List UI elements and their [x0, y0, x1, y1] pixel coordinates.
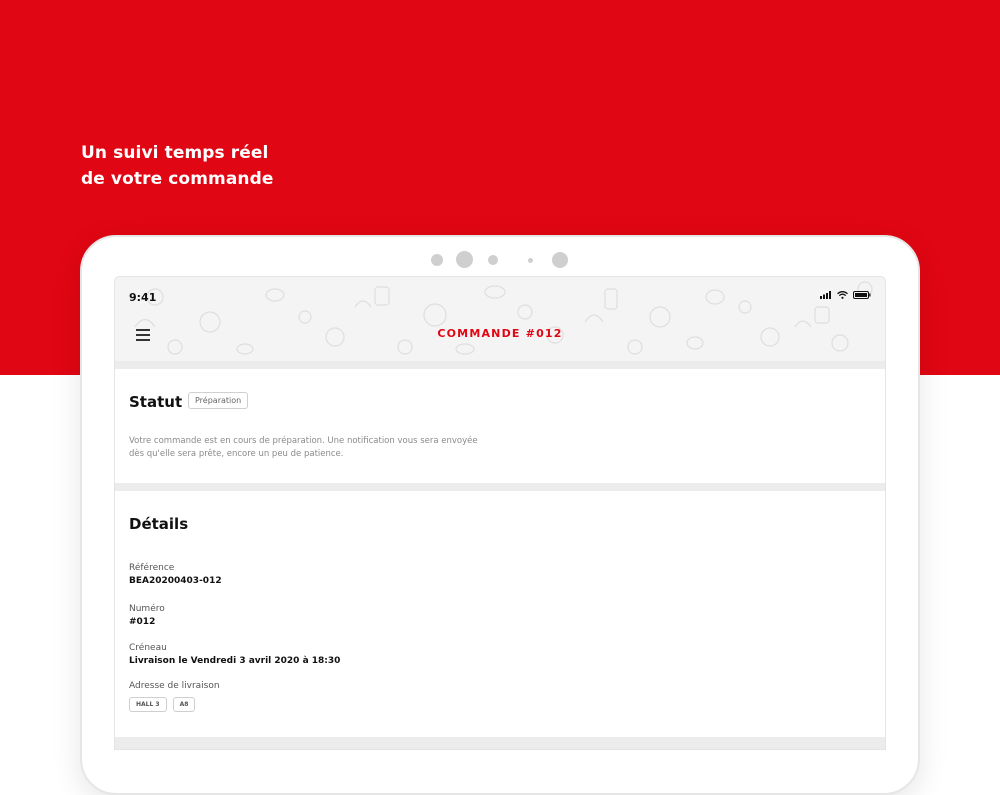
sensor-dot — [431, 254, 443, 266]
status-description-line-2: dès qu'elle sera prête, encore un peu de… — [129, 449, 344, 459]
signal-icon — [820, 291, 831, 299]
hero-line-2: de votre commande — [81, 169, 274, 189]
page-title: COMMANDE #012 — [437, 327, 563, 340]
address-tag-apartment: A8 — [172, 697, 196, 712]
reference-label: Référence — [129, 563, 175, 573]
reference-value: BEA20200403-012 — [129, 576, 222, 586]
details-card: Détails Référence BEA20200403-012 Numéro… — [115, 491, 885, 737]
address-tags: HALL 3 A8 — [129, 697, 196, 712]
app-screen: 9:41 COMMANDE #012 Statut Préparation Vo… — [114, 276, 886, 750]
battery-icon — [853, 291, 871, 299]
status-description: Votre commande est en cours de préparati… — [129, 435, 509, 461]
status-card: Statut Préparation Votre commande est en… — [115, 369, 885, 483]
hero-headline: Un suivi temps réel de votre commande — [81, 140, 274, 192]
status-badge: Préparation — [188, 392, 249, 409]
address-tag-hall: HALL 3 — [129, 697, 167, 712]
camera-lens — [552, 252, 568, 268]
camera-lens — [456, 251, 473, 268]
wifi-icon — [837, 291, 848, 299]
hero-line-1: Un suivi temps réel — [81, 143, 269, 163]
number-label: Numéro — [129, 604, 165, 614]
food-pattern-background — [134, 281, 873, 355]
sensor-dot — [488, 255, 498, 265]
address-label: Adresse de livraison — [129, 681, 220, 691]
details-section-title: Détails — [129, 515, 189, 533]
status-bar-time: 9:41 — [129, 291, 157, 304]
app-header: 9:41 COMMANDE #012 — [115, 277, 885, 361]
number-value: #012 — [129, 617, 156, 627]
status-bar-icons — [820, 291, 871, 299]
slot-value: Livraison le Vendredi 3 avril 2020 à 18:… — [129, 656, 341, 666]
sensor-dot — [528, 258, 533, 263]
slot-label: Créneau — [129, 643, 167, 653]
status-section-title: Statut — [129, 393, 183, 411]
status-description-line-1: Votre commande est en cours de préparati… — [129, 436, 478, 446]
